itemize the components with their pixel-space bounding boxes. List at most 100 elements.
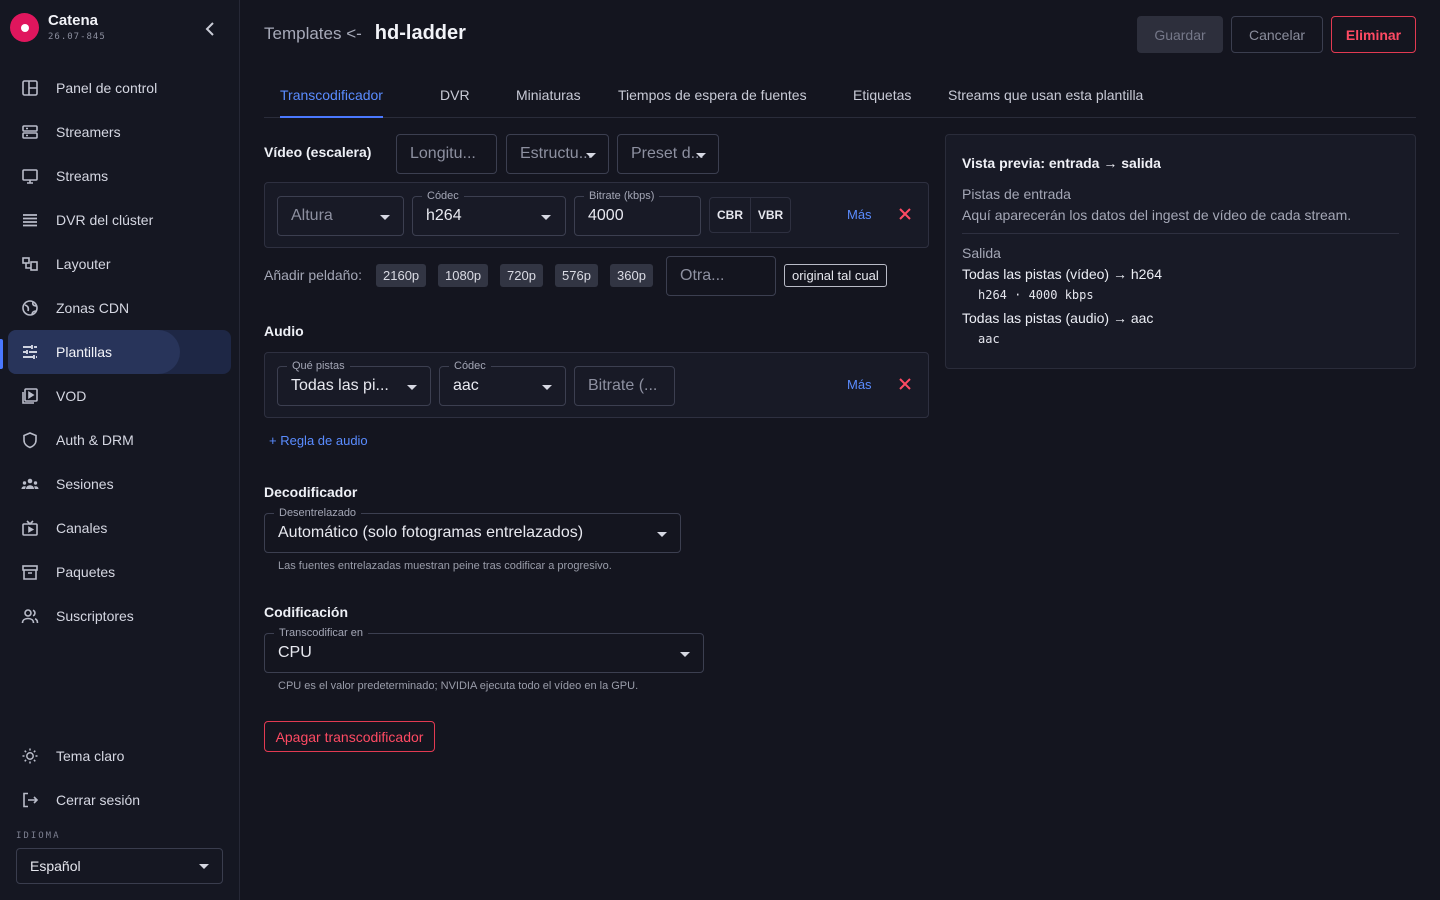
users-icon [20, 606, 40, 626]
tab-transcodificador[interactable]: Transcodificador [280, 72, 383, 118]
deinterlace-label: Desentrelazado [274, 506, 362, 520]
other-step-input[interactable]: Otra... [666, 256, 776, 296]
sidebar-item-layouter[interactable]: Layouter [8, 242, 231, 286]
sidebar-item-suscriptores[interactable]: Suscriptores [8, 594, 231, 638]
video-codec-select[interactable]: Códec h264 [412, 189, 566, 236]
breadcrumb: Templates <- hd-ladder [264, 22, 466, 45]
sidebar-item-label: Suscriptores [56, 608, 134, 624]
bitrate-input[interactable]: Bitrate (kbps) 4000 [574, 189, 701, 236]
vbr-toggle[interactable]: VBR [750, 198, 790, 232]
step-chip-360p[interactable]: 360p [610, 264, 653, 287]
tab-streams-que-usan[interactable]: Streams que usan esta plantilla [948, 72, 1143, 117]
sidebar-item-label: Layouter [56, 256, 111, 272]
theme-toggle[interactable]: Tema claro [8, 734, 231, 778]
audio-codec-value: aac [453, 377, 479, 394]
bitrate-value: 4000 [588, 207, 624, 224]
logout-button[interactable]: Cerrar sesión [8, 778, 231, 822]
cancel-button[interactable]: Cancelar [1231, 16, 1323, 53]
tab-tiempos-de-espera[interactable]: Tiempos de espera de fuentes [618, 72, 807, 117]
step-chip-1080p[interactable]: 1080p [438, 264, 489, 287]
rate-control-toggle: CBR VBR [709, 197, 791, 233]
tab-etiquetas[interactable]: Etiquetas [853, 72, 911, 117]
tv-icon [20, 518, 40, 538]
sidebar-item-streamers[interactable]: Streamers [8, 110, 231, 154]
theme-toggle-label: Tema claro [56, 748, 125, 764]
audio-more-link[interactable]: Más [847, 377, 872, 392]
audio-section-title: Audio [264, 323, 304, 339]
video-more-link[interactable]: Más [847, 207, 872, 222]
bitrate-label: Bitrate (kbps) [584, 189, 660, 203]
sidebar-item-label: Plantillas [56, 344, 113, 360]
sidebar-item-paquetes[interactable]: Paquetes [8, 550, 231, 594]
sidebar-item-label: Canales [56, 520, 108, 536]
brand-name: Catena [48, 12, 99, 29]
sidebar-item-vod[interactable]: VOD [8, 374, 231, 418]
original-passthrough-chip[interactable]: original tal cual [784, 264, 887, 287]
tab-miniaturas[interactable]: Miniaturas [516, 72, 581, 117]
globe-icon [20, 298, 40, 318]
transcode-device-helper: CPU es el valor predeterminado; NVIDIA e… [278, 680, 639, 692]
structure-select[interactable]: Estructu... [506, 134, 609, 174]
transcode-device-label: Transcodificar en [274, 626, 368, 640]
caret-down-icon [541, 215, 551, 220]
step-chip-576p[interactable]: 576p [555, 264, 598, 287]
sidebar-item-plantillas[interactable]: Plantillas [8, 330, 231, 374]
height-select[interactable]: Altura [277, 196, 404, 236]
sidebar-item-canales[interactable]: Canales [8, 506, 231, 550]
disable-transcoder-button[interactable]: Apagar transcodificador [264, 721, 435, 752]
sidebar-item-streams[interactable]: Streams [8, 154, 231, 198]
sidebar-item-auth-drm[interactable]: Auth & DRM [8, 418, 231, 462]
remove-audio-rule-button[interactable] [895, 374, 915, 394]
video-codec-label: Códec [422, 189, 464, 203]
language-select[interactable]: Español [16, 848, 223, 884]
decoder-section-title: Decodificador [264, 484, 358, 500]
page-title: hd-ladder [374, 22, 466, 44]
tab-dvr[interactable]: DVR [440, 72, 470, 117]
transcode-device-value: CPU [278, 644, 312, 661]
sidebar-item-dvr-del-cluster[interactable]: DVR del clúster [8, 198, 231, 242]
sidebar-item-label: Zonas CDN [56, 300, 130, 316]
gop-length-input[interactable]: Longitu... [396, 134, 497, 174]
close-icon [899, 208, 911, 220]
logout-icon [20, 790, 40, 810]
save-button[interactable]: Guardar [1137, 16, 1223, 53]
audio-bitrate-input[interactable]: Bitrate (... [574, 366, 675, 406]
step-chip-2160p[interactable]: 2160p [376, 264, 427, 287]
layout-icon [20, 254, 40, 274]
deinterlace-select[interactable]: Desentrelazado Automático (solo fotogram… [264, 506, 681, 553]
brand-logo [10, 13, 39, 42]
active-indicator [0, 339, 3, 369]
transcode-device-select[interactable]: Transcodificar en CPU [264, 626, 704, 673]
archive-icon [20, 562, 40, 582]
audio-codec-select[interactable]: Códec aac [439, 359, 566, 406]
sidebar: Catena 26.07-845 Panel de control Stream… [0, 0, 240, 900]
audio-tracks-select[interactable]: Qué pistas Todas las pi... [277, 359, 431, 406]
sidebar-item-zonas-cdn[interactable]: Zonas CDN [8, 286, 231, 330]
step-chip-720p[interactable]: 720p [500, 264, 543, 287]
video-library-icon [20, 386, 40, 406]
brand-version: 26.07-845 [48, 32, 106, 42]
cbr-toggle[interactable]: CBR [710, 198, 750, 232]
audio-codec-label: Códec [449, 359, 491, 373]
remove-rung-button[interactable] [895, 204, 915, 224]
preview-panel: Vista previa: entrada → salida Pistas de… [945, 134, 1416, 369]
add-step-label: Añadir peldaño: [264, 267, 363, 283]
logout-label: Cerrar sesión [56, 792, 141, 808]
delete-button[interactable]: Eliminar [1331, 16, 1416, 53]
dashboard-icon [20, 78, 40, 98]
add-audio-rule-link[interactable]: + Regla de audio [269, 433, 368, 448]
caret-down-icon [542, 385, 552, 390]
sidebar-item-panel-de-control[interactable]: Panel de control [8, 66, 231, 110]
language-value: Español [30, 858, 81, 874]
breadcrumb-templates-link[interactable]: Templates <- [264, 24, 362, 44]
collapse-sidebar-button[interactable] [200, 18, 220, 40]
language-label: IDIOMA [16, 831, 61, 841]
video-section-title: Vídeo (escalera) [264, 144, 372, 160]
caret-down-icon [586, 153, 596, 158]
input-tracks-text: Aquí aparecerán los datos del ingest de … [962, 207, 1352, 223]
encoding-section-title: Codificación [264, 604, 349, 620]
sliders-icon [20, 342, 40, 362]
close-icon [899, 378, 911, 390]
sidebar-item-sesiones[interactable]: Sesiones [8, 462, 231, 506]
preset-select[interactable]: Preset d... [617, 134, 719, 174]
